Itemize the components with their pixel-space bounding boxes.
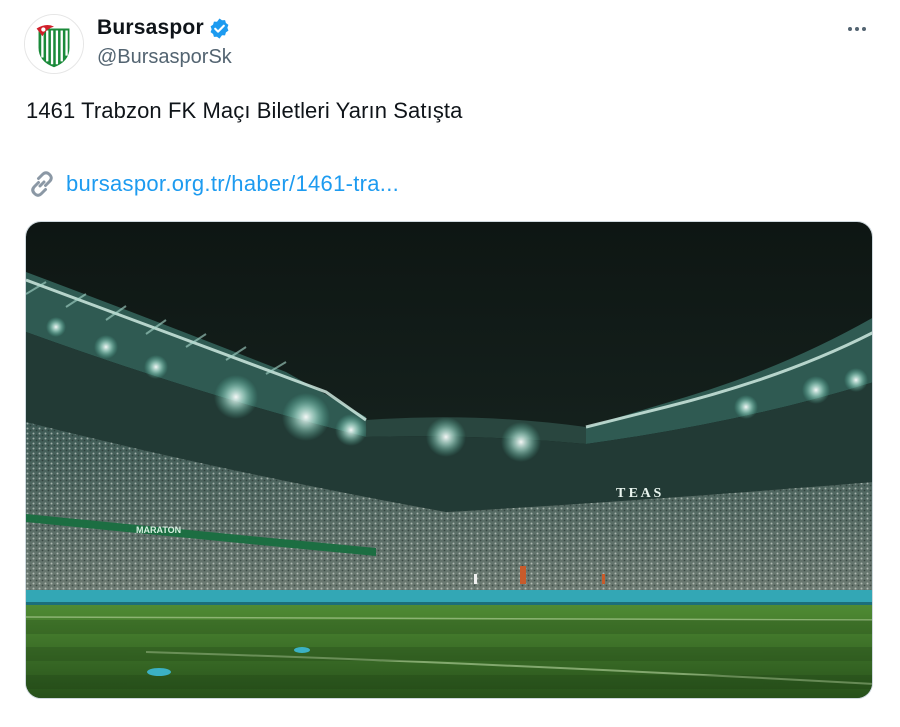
display-name[interactable]: Bursaspor [97, 16, 204, 40]
link-icon [26, 168, 58, 200]
verified-badge-icon [208, 17, 231, 40]
display-name-row: Bursaspor [97, 14, 232, 42]
tweet-card: Bursaspor @BursasporSk 1461 Trabzon FK M… [0, 0, 900, 727]
banner-teas: T E A S [616, 486, 661, 501]
tweet-link[interactable]: bursaspor.org.tr/haber/1461-tra... [26, 168, 399, 200]
more-dots-icon[interactable] [842, 16, 872, 42]
handle[interactable]: @BursasporSk [97, 46, 232, 69]
tweet-media-image[interactable]: MARATON T E A S [25, 221, 873, 699]
banner-maraton: MARATON [136, 525, 181, 535]
link-url[interactable]: bursaspor.org.tr/haber/1461-tra... [66, 171, 399, 197]
bursaspor-crest-icon [25, 15, 83, 73]
tweet-text: 1461 Trabzon FK Maçı Biletleri Yarın Sat… [26, 98, 463, 123]
avatar[interactable] [24, 14, 84, 74]
author-info: Bursaspor @BursasporSk [97, 14, 232, 69]
stadium-photo: MARATON T E A S [26, 222, 872, 698]
